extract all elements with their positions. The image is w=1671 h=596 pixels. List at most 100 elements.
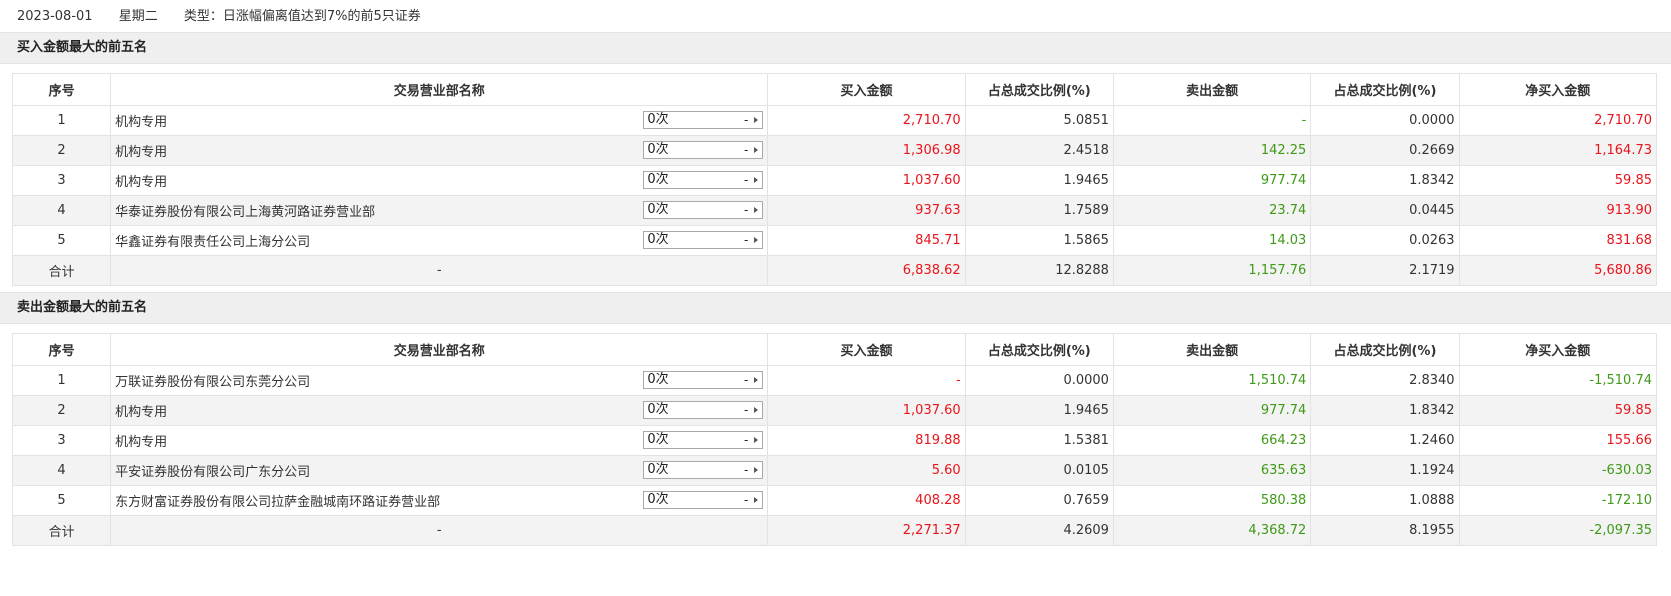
total-sell-amount: 1,157.76	[1112, 255, 1312, 286]
col-branch-name: 交易营业部名称	[110, 333, 769, 366]
branch-name-text: 机构专用	[115, 175, 168, 190]
branch-name: 平安证券股份有限公司广东分公司 0次 -	[110, 455, 769, 486]
table-row: 1 万联证券股份有限公司东莞分公司 0次 - -0.0000 1,510.74 2.8340…	[11, 365, 1658, 396]
branch-name-text: 机构专用	[115, 145, 168, 160]
branch-name: 东方财富证券股份有限公司拉萨金融城南环路证券营业部 0次 -	[110, 485, 769, 516]
sell-ratio: 0.0445	[1310, 195, 1460, 226]
row-index: 3	[11, 425, 112, 456]
row-index: 5	[11, 485, 112, 516]
buy-ratio: 1.9465	[964, 395, 1114, 426]
col-net-buy: 净买入金额	[1458, 73, 1658, 106]
buy-ratio: 0.0000	[964, 365, 1114, 396]
col-sell-ratio: 占总成交比例(%)	[1310, 73, 1460, 106]
branch-name-text: 华鑫证券有限责任公司上海分公司	[115, 235, 311, 250]
row-index: 4	[11, 195, 112, 226]
times-dropdown[interactable]: 0次 -	[643, 431, 764, 449]
buy-ratio: 1.5865	[964, 225, 1114, 256]
net-buy-amount: 2,710.70	[1458, 105, 1658, 136]
table-row: 1 机构专用 0次 -2,710.70 5.0851-0.0000 2,710.70	[11, 105, 1658, 136]
branch-name-text: 机构专用	[115, 435, 168, 450]
trade-date: 2023-08-01	[17, 9, 93, 24]
sell-ratio: 1.2460	[1310, 425, 1460, 456]
net-buy-amount: 831.68	[1458, 225, 1658, 256]
times-value: 0次	[647, 492, 669, 507]
times-extra: -	[743, 233, 749, 247]
times-dropdown[interactable]: 0次 -	[643, 491, 764, 509]
sell-amount: 23.74	[1112, 195, 1312, 226]
net-buy-amount: 59.85	[1458, 165, 1658, 196]
times-value: 0次	[647, 232, 669, 247]
sell-section-title: 卖出金额最大的前五名	[0, 292, 1671, 324]
buy-section-title: 买入金额最大的前五名	[0, 32, 1671, 64]
branch-name-text: 华泰证券股份有限公司上海黄河路证券营业部	[115, 205, 376, 220]
table-row: 5 东方财富证券股份有限公司拉萨金融城南环路证券营业部 0次 - 408.28 0.765…	[11, 485, 1658, 516]
times-extra: -	[743, 403, 749, 417]
caret-right-icon	[754, 467, 759, 473]
buy-ratio: 1.9465	[964, 165, 1114, 196]
times-dropdown[interactable]: 0次 -	[643, 141, 764, 159]
branch-name: 机构专用 0次 -	[110, 165, 769, 196]
total-label: 合计	[11, 255, 112, 286]
sell-ratio: 1.8342	[1310, 395, 1460, 426]
sell-amount: 14.03	[1112, 225, 1312, 256]
net-buy-amount: 913.90	[1458, 195, 1658, 226]
total-sell-ratio: 2.1719	[1310, 255, 1460, 286]
net-buy-amount: 59.85	[1458, 395, 1658, 426]
total-branch: -	[110, 515, 769, 546]
table-row: 5 华鑫证券有限责任公司上海分公司 0次 - 845.71 1.5865 14.03 0.02…	[11, 225, 1658, 256]
times-dropdown[interactable]: 0次 -	[643, 231, 764, 249]
row-index: 3	[11, 165, 112, 196]
times-dropdown[interactable]: 0次 -	[643, 171, 764, 189]
total-net-buy: 5,680.86	[1458, 255, 1658, 286]
net-buy-amount: -172.10	[1458, 485, 1658, 516]
total-row: 合计 -2,271.37 4.2609 4,368.72 8.1955 -2,097.35	[11, 515, 1658, 546]
sell-ratio: 0.0000	[1310, 105, 1460, 136]
buy-ratio: 5.0851	[964, 105, 1114, 136]
row-index: 4	[11, 455, 112, 486]
times-value: 0次	[647, 372, 669, 387]
net-buy-amount: 1,164.73	[1458, 135, 1658, 166]
caret-right-icon	[754, 117, 759, 123]
branch-name-text: 东方财富证券股份有限公司拉萨金融城南环路证券营业部	[115, 495, 441, 510]
branch-name: 万联证券股份有限公司东莞分公司 0次 -	[110, 365, 769, 396]
table-row: 2 机构专用 0次 - 1,306.98 2.4518 142.25 0.2669 1,164.…	[11, 135, 1658, 166]
total-buy-amount: 2,271.37	[767, 515, 966, 546]
caret-right-icon	[754, 497, 759, 503]
caret-right-icon	[754, 237, 759, 243]
times-dropdown[interactable]: 0次 -	[643, 371, 764, 389]
caret-right-icon	[754, 407, 759, 413]
buy-ratio: 0.7659	[964, 485, 1114, 516]
branch-name: 华泰证券股份有限公司上海黄河路证券营业部 0次 -	[110, 195, 769, 226]
col-buy-ratio: 占总成交比例(%)	[964, 73, 1114, 106]
times-extra: -	[743, 493, 749, 507]
times-dropdown[interactable]: 0次 -	[643, 401, 764, 419]
net-buy-amount: 155.66	[1458, 425, 1658, 456]
total-row: 合计 -6,838.62 12.8288 1,157.76 2.1719 5,680.86	[11, 255, 1658, 286]
branch-name: 机构专用 0次 -	[110, 105, 769, 136]
buy-amount: 408.28	[767, 485, 966, 516]
list-type: 类型：日涨幅偏离值达到7%的前5只证券	[183, 9, 421, 24]
buy-amount: 5.60	[767, 455, 966, 486]
times-extra: -	[743, 203, 749, 217]
buy-ratio: 0.0105	[964, 455, 1114, 486]
sell-amount: -	[1112, 105, 1312, 136]
sell-ratio: 0.0263	[1310, 225, 1460, 256]
buy-table: 序号 交易营业部名称 买入金额 占总成交比例(%) 卖出金额 占总成交比例(%)…	[11, 73, 1658, 286]
times-dropdown[interactable]: 0次 -	[643, 461, 764, 479]
sell-amount: 977.74	[1112, 395, 1312, 426]
times-value: 0次	[647, 402, 669, 417]
times-extra: -	[743, 143, 749, 157]
times-dropdown[interactable]: 0次 -	[643, 201, 764, 219]
col-buy-amount: 买入金额	[767, 333, 966, 366]
buy-amount: 1,037.60	[767, 395, 966, 426]
branch-name: 机构专用 0次 -	[110, 395, 769, 426]
sell-amount: 977.74	[1112, 165, 1312, 196]
caret-right-icon	[754, 437, 759, 443]
branch-name-text: 机构专用	[115, 115, 168, 130]
col-branch-name: 交易营业部名称	[110, 73, 769, 106]
times-dropdown[interactable]: 0次 -	[643, 111, 764, 129]
branch-name: 机构专用 0次 -	[110, 135, 769, 166]
sell-table-header: 序号 交易营业部名称 买入金额 占总成交比例(%) 卖出金额 占总成交比例(%)…	[11, 333, 1658, 366]
times-extra: -	[743, 113, 749, 127]
col-sell-amount: 卖出金额	[1112, 333, 1312, 366]
